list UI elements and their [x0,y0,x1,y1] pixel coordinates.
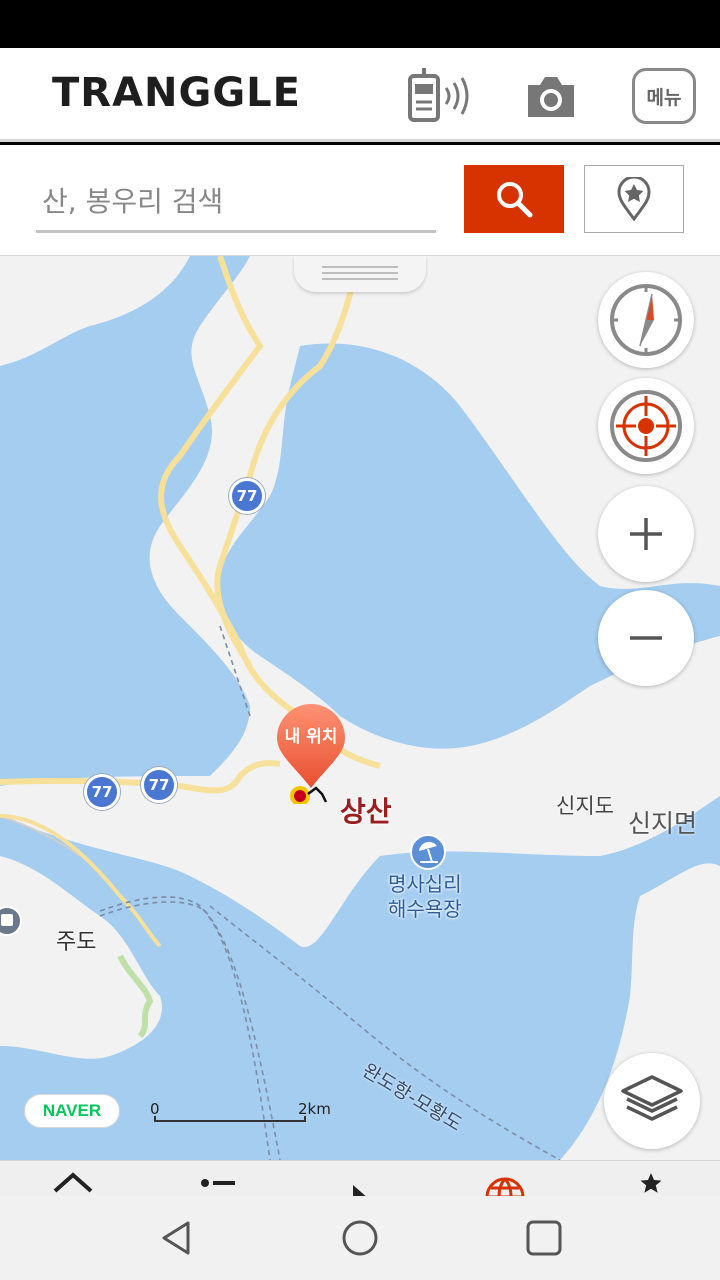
scale-start-label: 0 [150,1100,160,1118]
zoom-in-button[interactable] [598,486,694,582]
crosshair-icon [610,390,682,462]
search-input[interactable] [36,173,436,233]
place-label-judo[interactable]: 주도 [56,924,96,956]
tab-play[interactable] [336,1167,386,1196]
panel-drag-handle[interactable] [294,256,426,292]
star-pin-icon [617,177,651,221]
my-location-marker[interactable]: 내 위치 [274,704,348,806]
camera-icon[interactable] [520,68,582,124]
tab-globe[interactable] [480,1167,530,1196]
beach-label-line1: 명사십리 [388,872,462,896]
place-label-beach[interactable]: 명사십리 해수욕장 [388,872,462,922]
star-icon [640,1173,662,1193]
back-button[interactable] [152,1214,200,1262]
plus-icon [630,518,662,550]
app-header: TRANGGLE 메뉴 [0,48,720,142]
recents-button[interactable] [520,1214,568,1262]
map-layers-button[interactable] [604,1053,700,1149]
back-icon [162,1221,190,1255]
globe-icon [485,1177,525,1196]
favorite-place-button[interactable] [584,165,684,233]
recents-icon [526,1220,562,1256]
search-button[interactable] [464,165,564,233]
tab-star[interactable] [626,1167,676,1196]
app-logo: TRANGGLE [52,70,301,116]
place-label-sinjimyeon[interactable]: 신지면 [628,804,697,840]
place-label-sinjido[interactable]: 신지도 [556,790,614,820]
route-77-badge: 77 [229,478,265,514]
home-icon [342,1220,378,1256]
system-nav-bar [0,1196,720,1280]
map-scale-bar [154,1098,306,1122]
home-button[interactable] [336,1214,384,1262]
layers-icon [621,1075,683,1121]
beach-label-line2: 해수욕장 [388,897,462,921]
compass-button[interactable] [598,272,694,368]
minus-icon [630,636,662,640]
search-bar [0,145,720,256]
tab-chevron-up[interactable] [48,1167,98,1196]
route-77-badge: 77 [141,767,177,803]
bus-stop-icon[interactable] [0,906,22,940]
bottom-tab-bar [0,1160,720,1196]
chevron-up-icon [53,1172,93,1193]
scale-end-label: 2km [298,1100,331,1118]
radio-icon[interactable] [400,66,480,126]
route-77-badge: 77 [84,774,120,810]
play-icon [353,1185,366,1196]
compass-icon [610,284,682,356]
locate-me-button[interactable] [598,378,694,474]
status-bar [0,0,720,48]
tab-list[interactable] [192,1167,242,1196]
search-icon [497,182,533,218]
beach-poi-icon[interactable] [410,834,446,874]
map-provider-logo: NAVER [24,1094,120,1128]
map-view[interactable]: 77 77 77 상산 신지도 신지면 명사십리 해수욕장 주도 완도항-모황도 [0,256,720,1160]
zoom-out-button[interactable] [598,590,694,686]
list-icon [201,1179,235,1187]
menu-button[interactable]: 메뉴 [632,68,696,124]
my-location-label: 내 위치 [284,727,338,747]
